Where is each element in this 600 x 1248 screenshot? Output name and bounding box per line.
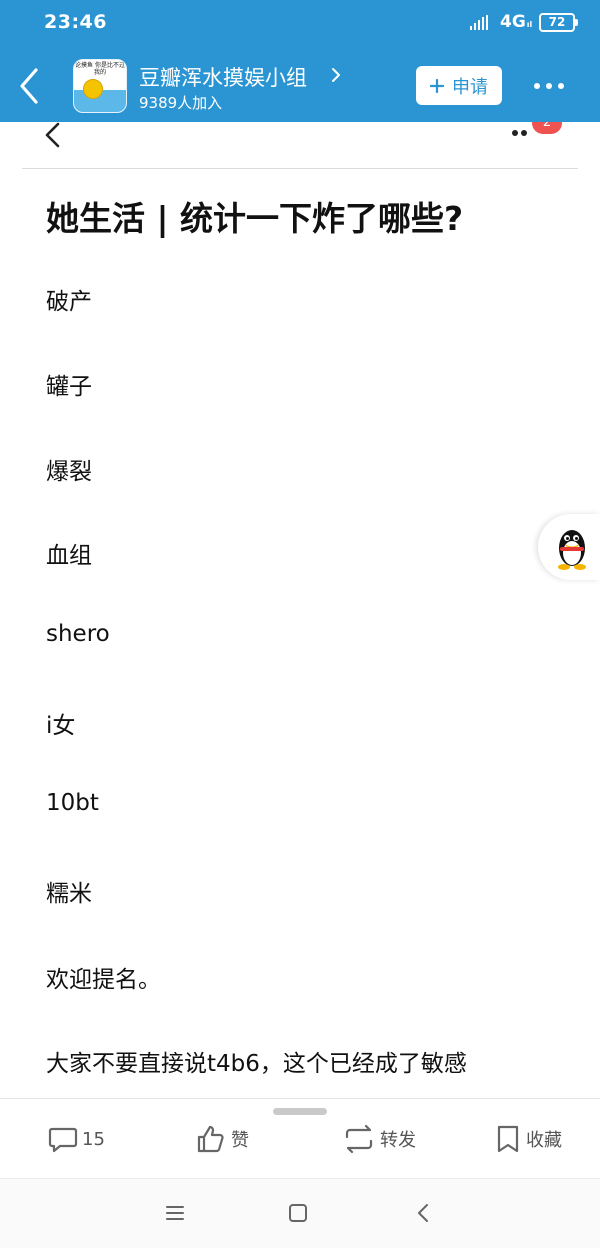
back-button[interactable] (14, 66, 46, 106)
status-bar: 23:46 4Gıl 72 (0, 0, 600, 46)
network-bars: ıl (526, 20, 533, 29)
battery-icon: 72 (539, 13, 578, 32)
post-card: 2 她生活 | 统计一下炸了哪些? 破产 罐子 爆裂 血组 shero i女 1… (22, 122, 578, 1098)
comment-icon (48, 1127, 78, 1153)
collect-label: 收藏 (526, 1130, 562, 1151)
apply-button[interactable]: 申请 (416, 66, 502, 105)
collect-button[interactable]: 收藏 (494, 1123, 562, 1155)
chevron-right-icon[interactable] (330, 66, 342, 84)
group-name[interactable]: 豆瓣浑水摸娱小组 (139, 62, 307, 92)
divider (22, 168, 578, 169)
system-nav-bar (0, 1178, 600, 1248)
post-line: 爆裂 (46, 459, 92, 485)
drag-handle[interactable] (273, 1108, 327, 1115)
plus-icon (430, 78, 444, 93)
more-menu-icon[interactable] (534, 80, 568, 92)
post-action-bar: 15 赞 转发 收藏 (0, 1098, 600, 1178)
post-line: 欢迎提名。 (46, 967, 161, 993)
bookmark-icon (497, 1125, 519, 1153)
like-label: 赞 (231, 1130, 249, 1151)
repost-button[interactable]: 转发 (342, 1123, 416, 1155)
logo-caption: 论摸鱼 你是比不过我的 (75, 62, 125, 76)
group-avatar[interactable]: 论摸鱼 你是比不过我的 (73, 59, 127, 113)
emoji-face-icon (83, 79, 103, 99)
menu-icon[interactable] (163, 1201, 187, 1225)
qq-float-button[interactable] (538, 514, 600, 580)
repost-label: 转发 (380, 1130, 416, 1151)
network-indicator: 4Gıl (500, 12, 532, 32)
thumbs-up-icon (197, 1125, 224, 1153)
chevron-left-icon (45, 122, 60, 148)
qq-penguin-icon (558, 530, 586, 570)
post-back-button[interactable] (42, 122, 66, 150)
like-button[interactable]: 赞 (195, 1123, 249, 1155)
app-header: 23:46 4Gıl 72 论摸鱼 你是比不过我的 豆瓣浑水摸娱小组 9389人… (0, 0, 600, 122)
post-line: 罐子 (46, 374, 92, 400)
repost-icon (345, 1124, 373, 1154)
post-line: i女 (46, 713, 76, 739)
status-time: 23:46 (44, 11, 107, 33)
post-title: 她生活 | 统计一下炸了哪些? (46, 199, 464, 238)
chevron-left-icon (20, 68, 38, 104)
notification-badge: 2 (532, 122, 562, 134)
post-line: 大家不要直接说t4b6，这个已经成了敏感 (46, 1051, 467, 1077)
home-icon[interactable] (286, 1201, 310, 1225)
apply-label: 申请 (452, 76, 488, 98)
post-line: 10bt (46, 790, 99, 816)
post-line: 破产 (46, 289, 92, 315)
back-nav-icon[interactable] (412, 1201, 436, 1225)
wifi-signal-icon (470, 15, 492, 30)
network-type: 4G (500, 12, 526, 32)
comment-count: 15 (82, 1128, 105, 1150)
comment-button[interactable]: 15 (48, 1123, 105, 1155)
group-member-count: 9389人加入 (139, 94, 223, 112)
post-line: 血组 (46, 543, 92, 569)
post-line: shero (46, 621, 110, 647)
post-line: 糯米 (46, 881, 92, 907)
